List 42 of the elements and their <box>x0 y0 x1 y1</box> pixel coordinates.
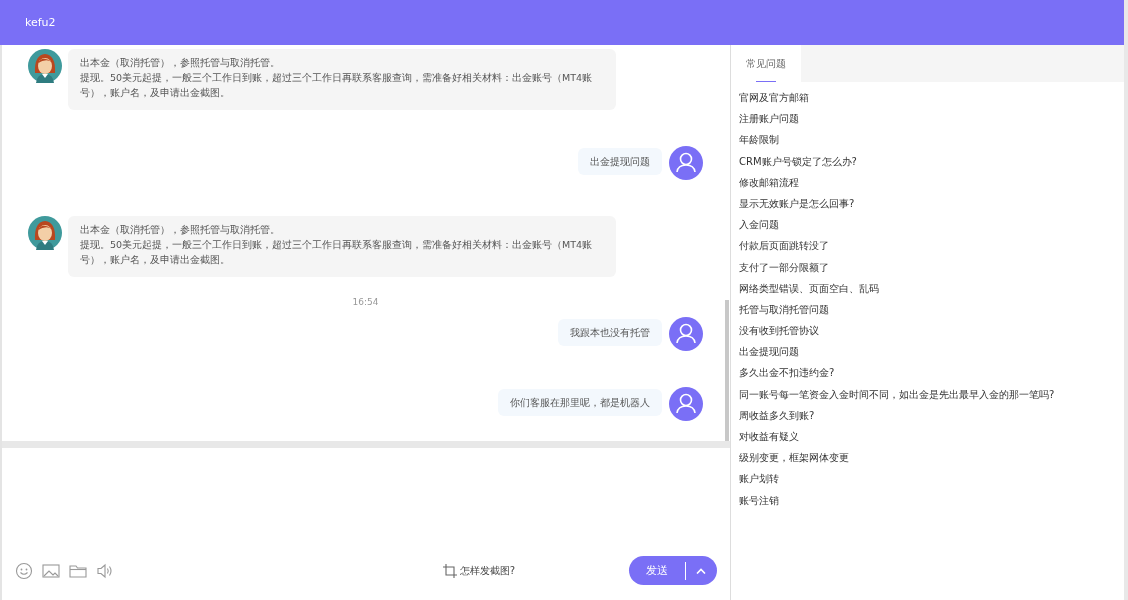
faq-item[interactable]: 显示无效账户是怎么回事? <box>739 192 1116 215</box>
user-avatar-icon <box>669 146 703 180</box>
user-message: 你们客服在那里呢，都是机器人 <box>498 389 662 416</box>
faq-item[interactable]: 年龄限制 <box>739 129 1116 151</box>
agent-avatar-icon <box>28 49 62 83</box>
faq-item[interactable]: 注册账户问题 <box>739 108 1116 130</box>
timestamp: 16:54 <box>352 297 379 307</box>
faq-item[interactable]: 没有收到托管协议 <box>739 320 1116 342</box>
agent-message: 出本金（取消托管），参照托管与取消托管。 提现。50美元起提，一般三个工作日到账，超过三个工作日再联系客服查询，需准备好相关材料：出金账号（MT4账号），账户名，及申请出金截图。 <box>68 49 616 110</box>
image-icon[interactable] <box>42 562 60 579</box>
faq-item[interactable]: 入金问题 <box>739 214 1116 236</box>
faq-item[interactable]: 托管与取消托管问题 <box>739 298 1116 321</box>
user-message: 出金提现问题 <box>578 148 662 175</box>
faq-item[interactable]: CRM账户号锁定了怎么办? <box>739 150 1116 172</box>
user-message: 我跟本也没有托管 <box>558 319 662 346</box>
folder-icon[interactable] <box>69 562 87 579</box>
user-avatar-icon <box>669 317 703 351</box>
faq-item[interactable]: 对收益有疑义 <box>739 426 1116 448</box>
agent-message: 出本金（取消托管），参照托管与取消托管。 提现。50美元起提，一般三个工作日到账，超过三个工作日再联系客服查询，需准备好相关材料：出金账号（MT4账号），账户名，及申请出金截图。 <box>68 216 616 277</box>
faq-tab[interactable]: 常见问题 <box>731 45 801 82</box>
faq-item[interactable]: 网络类型错误、页面空白、乱码 <box>739 277 1116 299</box>
faq-item[interactable]: 支付了一部分限额了 <box>739 256 1116 278</box>
faq-item[interactable]: 付款后页面跳转没了 <box>739 235 1116 257</box>
faq-item[interactable]: 多久出金不扣违约金? <box>739 362 1116 384</box>
crop-icon <box>442 563 457 578</box>
faq-item[interactable]: 账户划转 <box>739 468 1116 490</box>
scrollbar-thumb[interactable] <box>725 300 729 441</box>
caret-up-icon <box>696 567 706 574</box>
emoji-icon[interactable] <box>15 561 33 580</box>
faq-item[interactable]: 出金提现问题 <box>739 341 1116 363</box>
faq-item[interactable]: 级别变更，框架网体变更 <box>739 447 1116 469</box>
send-button[interactable]: 发送 <box>629 563 685 578</box>
screenshot-help-link[interactable]: 怎样发截图? <box>442 563 515 578</box>
faq-item[interactable]: 账号注销 <box>739 489 1116 511</box>
user-avatar-icon <box>669 387 703 421</box>
agent-avatar-icon <box>28 216 62 250</box>
header-title: kefu2 <box>25 16 56 29</box>
speaker-icon[interactable] <box>96 562 114 579</box>
faq-item[interactable]: 同一账号每一笔资金入金时间不同，如出金是先出最早入金的那一笔吗? <box>739 383 1116 405</box>
faq-item[interactable]: 周收益多久到账? <box>739 404 1116 426</box>
faq-item[interactable]: 修改邮箱流程 <box>739 171 1116 193</box>
faq-item[interactable]: 官网及官方邮箱 <box>739 87 1116 109</box>
